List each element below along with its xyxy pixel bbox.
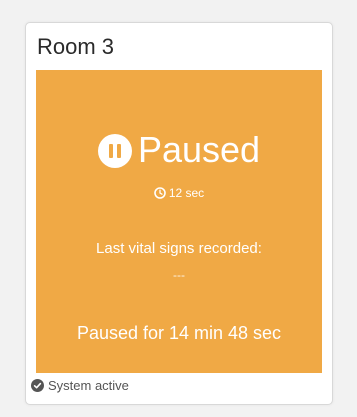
timer-row: 12 sec bbox=[36, 186, 322, 200]
monitor-status-panel[interactable]: Paused 12 sec Last vital signs recorded:… bbox=[36, 70, 322, 373]
check-circle-icon bbox=[31, 379, 44, 392]
room-title: Room 3 bbox=[37, 34, 115, 59]
monitor-state-label: Paused bbox=[137, 129, 261, 170]
system-status: System active bbox=[31, 378, 129, 393]
system-status-text: System active bbox=[48, 378, 129, 393]
room-card[interactable]: Room 3 Paused 12 sec Last vital signs re… bbox=[25, 22, 333, 405]
vitals-label: Last vital signs recorded: bbox=[96, 240, 262, 257]
paused-duration: Paused for 14 min 48 sec bbox=[76, 323, 282, 343]
monitor-state-row: Paused bbox=[36, 130, 322, 170]
pause-circle-icon bbox=[97, 134, 132, 168]
vitals-value: --- bbox=[173, 268, 185, 282]
clock-icon bbox=[154, 187, 166, 199]
timer-text: 12 sec bbox=[168, 186, 205, 200]
